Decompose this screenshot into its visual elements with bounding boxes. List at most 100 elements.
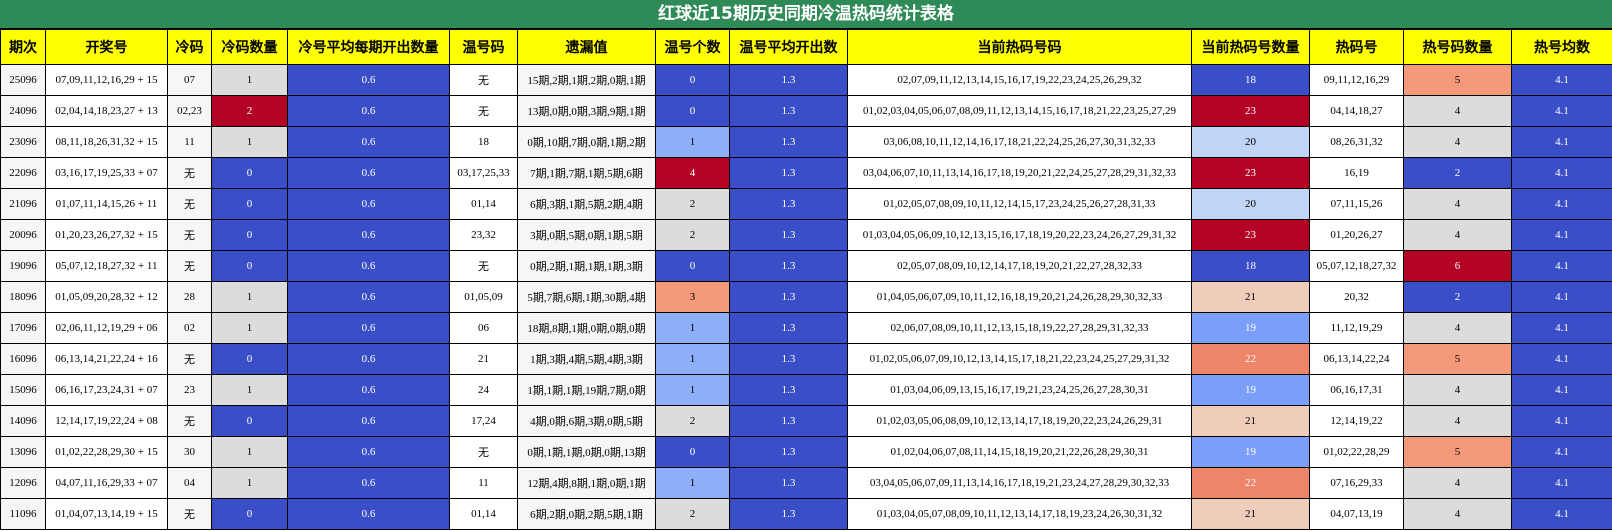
header-hot-now-count[interactable]: 当前热码号数量 [1191, 29, 1310, 65]
cell-warm-numbers: 06 [449, 312, 518, 344]
cell-cold-average: 0.6 [287, 250, 450, 282]
cell-hot-numbers: 01,02,22,28,29 [1309, 436, 1404, 468]
header-warm-numbers[interactable]: 温号码 [449, 29, 518, 65]
header-warm-average[interactable]: 温号平均开出数 [729, 29, 848, 65]
cell-hot-average: 4.1 [1511, 126, 1612, 158]
cell-hot-count: 4 [1403, 219, 1512, 251]
cell-warm-average: 1.3 [729, 467, 848, 499]
cell-warm-count: 0 [655, 250, 730, 282]
cell-hot-numbers: 09,11,12,16,29 [1309, 64, 1404, 96]
cell-warm-average: 1.3 [729, 498, 848, 530]
cell-hot-average: 4.1 [1511, 467, 1612, 499]
cell-omission: 7期,1期,7期,1期,5期,6期 [517, 157, 656, 189]
cell-hot-numbers: 04,07,13,19 [1309, 498, 1404, 530]
cell-cold-average: 0.6 [287, 405, 450, 437]
cell-hot-count: 4 [1403, 312, 1512, 344]
cell-warm-count: 0 [655, 64, 730, 96]
cell-hot-count: 4 [1403, 374, 1512, 406]
cell-hot-average: 4.1 [1511, 95, 1612, 127]
table-row: 11096 01,04,07,13,14,19 + 15 无 0 0.6 01,14 6期,… [0, 498, 1612, 530]
cell-period: 11096 [0, 498, 46, 530]
cell-cold-average: 0.6 [287, 219, 450, 251]
cell-hot-now-numbers: 01,02,04,06,07,08,11,14,15,18,19,20,21,2… [847, 436, 1192, 468]
cell-hot-numbers: 12,14,19,22 [1309, 405, 1404, 437]
table-row: 24096 02,04,14,18,23,27 + 13 02,23 2 0.6 无 13期… [0, 95, 1612, 127]
header-warm-count[interactable]: 温号个数 [655, 29, 730, 65]
cell-hot-numbers: 07,16,29,33 [1309, 467, 1404, 499]
cell-hot-now-numbers: 02,07,09,11,12,13,14,15,16,17,19,22,23,2… [847, 64, 1192, 96]
header-cold-average[interactable]: 冷号平均每期开出数量 [287, 29, 450, 65]
cell-warm-numbers: 24 [449, 374, 518, 406]
cell-hot-average: 4.1 [1511, 64, 1612, 96]
table-row: 20096 01,20,23,26,27,32 + 15 无 0 0.6 23,32 3期,… [0, 219, 1612, 251]
cell-warm-average: 1.3 [729, 95, 848, 127]
cell-warm-count: 0 [655, 436, 730, 468]
cell-period: 25096 [0, 64, 46, 96]
table-row: 25096 07,09,11,12,16,29 + 15 07 1 0.6 无 15期,2期… [0, 64, 1612, 96]
cell-cold-count: 1 [211, 467, 288, 499]
header-cold-count[interactable]: 冷码数量 [211, 29, 288, 65]
cell-warm-count: 1 [655, 126, 730, 158]
cell-period: 20096 [0, 219, 46, 251]
cell-hot-now-count: 18 [1191, 64, 1310, 96]
cell-hot-average: 4.1 [1511, 250, 1612, 282]
cell-hot-now-count: 21 [1191, 281, 1310, 313]
cell-cold-numbers: 无 [167, 219, 212, 251]
cell-warm-count: 0 [655, 95, 730, 127]
cell-cold-numbers: 23 [167, 374, 212, 406]
cell-hot-now-count: 21 [1191, 405, 1310, 437]
cell-cold-numbers: 无 [167, 405, 212, 437]
header-omission[interactable]: 遗漏值 [517, 29, 656, 65]
cell-draw-numbers: 12,14,17,19,22,24 + 08 [45, 405, 168, 437]
cell-omission: 13期,0期,0期,3期,9期,1期 [517, 95, 656, 127]
cell-hot-now-numbers: 01,02,03,05,06,08,09,10,12,13,14,17,18,1… [847, 405, 1192, 437]
cell-warm-numbers: 17,24 [449, 405, 518, 437]
header-hot-numbers[interactable]: 热码号 [1309, 29, 1404, 65]
cell-hot-numbers: 07,11,15,26 [1309, 188, 1404, 220]
cell-hot-now-count: 18 [1191, 250, 1310, 282]
cell-omission: 3期,0期,5期,0期,1期,5期 [517, 219, 656, 251]
cell-cold-count: 0 [211, 250, 288, 282]
cell-hot-count: 4 [1403, 126, 1512, 158]
cell-hot-count: 2 [1403, 281, 1512, 313]
cell-hot-count: 4 [1403, 95, 1512, 127]
cell-draw-numbers: 05,07,12,18,27,32 + 11 [45, 250, 168, 282]
header-hot-now-numbers[interactable]: 当前热码号码 [847, 29, 1192, 65]
cell-period: 23096 [0, 126, 46, 158]
cell-hot-count: 4 [1403, 188, 1512, 220]
cell-cold-count: 2 [211, 95, 288, 127]
header-period[interactable]: 期次 [0, 29, 46, 65]
cell-period: 12096 [0, 467, 46, 499]
cell-hot-numbers: 16,19 [1309, 157, 1404, 189]
cell-omission: 1期,3期,4期,5期,4期,3期 [517, 343, 656, 375]
cell-draw-numbers: 02,04,14,18,23,27 + 13 [45, 95, 168, 127]
header-cold-numbers[interactable]: 冷码 [167, 29, 212, 65]
cell-hot-now-count: 23 [1191, 157, 1310, 189]
table-row: 22096 03,16,17,19,25,33 + 07 无 0 0.6 03,17,25… [0, 157, 1612, 189]
cell-cold-count: 1 [211, 312, 288, 344]
header-draw-numbers[interactable]: 开奖号 [45, 29, 168, 65]
cell-hot-average: 4.1 [1511, 312, 1612, 344]
cell-warm-average: 1.3 [729, 157, 848, 189]
cell-hot-now-numbers: 01,03,04,05,06,09,10,12,13,15,16,17,18,1… [847, 219, 1192, 251]
header-hot-average[interactable]: 热号均数 [1511, 29, 1612, 65]
cell-cold-numbers: 04 [167, 467, 212, 499]
cell-cold-count: 1 [211, 436, 288, 468]
cell-period: 14096 [0, 405, 46, 437]
cell-hot-now-numbers: 01,02,03,04,05,06,07,08,09,11,12,13,14,1… [847, 95, 1192, 127]
cell-warm-numbers: 21 [449, 343, 518, 375]
header-hot-count[interactable]: 热号码数量 [1403, 29, 1512, 65]
cell-hot-numbers: 20,32 [1309, 281, 1404, 313]
cell-cold-numbers: 11 [167, 126, 212, 158]
cell-draw-numbers: 06,16,17,23,24,31 + 07 [45, 374, 168, 406]
cell-cold-count: 1 [211, 64, 288, 96]
cell-draw-numbers: 01,20,23,26,27,32 + 15 [45, 219, 168, 251]
cell-warm-numbers: 01,05,09 [449, 281, 518, 313]
cell-cold-count: 1 [211, 374, 288, 406]
cell-warm-numbers: 03,17,25,33 [449, 157, 518, 189]
cell-cold-numbers: 无 [167, 157, 212, 189]
cell-cold-count: 0 [211, 498, 288, 530]
cell-hot-now-numbers: 02,05,07,08,09,10,12,14,17,18,19,20,21,2… [847, 250, 1192, 282]
cell-hot-now-numbers: 01,03,04,06,09,13,15,16,17,19,21,23,24,2… [847, 374, 1192, 406]
cell-warm-count: 2 [655, 219, 730, 251]
